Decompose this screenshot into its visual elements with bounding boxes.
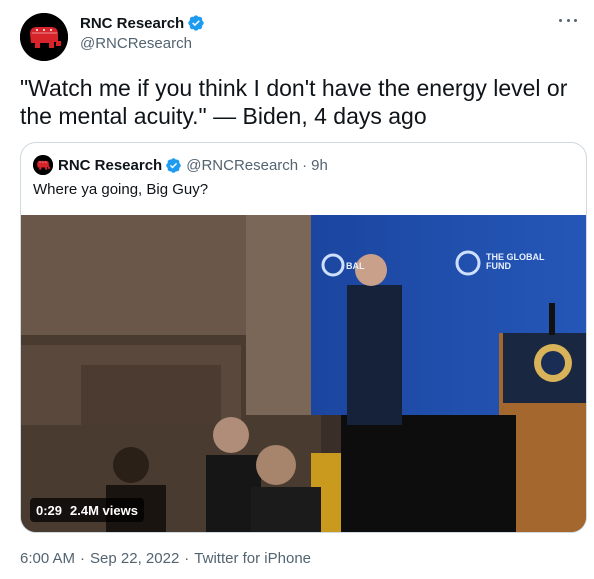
verified-badge-icon — [188, 15, 204, 31]
more-dot — [559, 18, 562, 22]
author-name-text: RNC Research — [80, 14, 185, 32]
more-dot — [566, 18, 570, 22]
quoted-timestamp[interactable]: 9h — [311, 157, 328, 174]
quoted-author-name[interactable]: RNC Research — [58, 157, 162, 174]
more-options-icon[interactable] — [556, 10, 580, 30]
author-handle[interactable]: @RNCResearch — [80, 35, 192, 52]
quoted-author-handle[interactable]: @RNCResearch — [186, 157, 298, 174]
more-dot — [574, 18, 577, 22]
author-name[interactable]: RNC Research — [80, 14, 205, 32]
quoted-tweet-header: RNC Research @RNCResearch · 9h — [33, 155, 328, 175]
tweet-time[interactable]: 6:00 AM — [20, 550, 75, 567]
video-player[interactable]: THE GLOBAL FUND BAL 0:29 2.4M views — [21, 215, 586, 532]
video-stats-badge: 0:29 2.4M views — [30, 498, 144, 522]
video-backdrop-text: THE GLOBAL FUND — [486, 252, 545, 271]
quoted-tweet[interactable]: RNC Research @RNCResearch · 9h Where ya … — [20, 142, 587, 533]
author-avatar[interactable] — [20, 13, 68, 61]
republican-elephant-icon — [20, 13, 68, 61]
video-backdrop-partial: BAL — [346, 261, 365, 271]
tweet-text: "Watch me if you think I don't have the … — [20, 75, 568, 129]
separator-dot: · — [80, 550, 86, 567]
tweet-date[interactable]: Sep 22, 2022 — [90, 550, 179, 567]
tweet-metadata: 6:00 AM · Sep 22, 2022 · Twitter for iPh… — [20, 550, 311, 567]
quoted-avatar[interactable] — [33, 155, 53, 175]
tweet-source[interactable]: Twitter for iPhone — [194, 550, 311, 567]
video-duration: 0:29 — [36, 502, 63, 518]
separator-dot: · — [302, 156, 308, 174]
tweet-card: RNC Research @RNCResearch "Watch me if y… — [0, 0, 594, 579]
quoted-tweet-text: Where ya going, Big Guy? — [33, 181, 209, 198]
video-views: 2.4M views — [70, 502, 138, 518]
separator-dot: · — [184, 550, 190, 567]
verified-badge-icon — [166, 157, 181, 173]
republican-elephant-icon — [33, 155, 53, 175]
